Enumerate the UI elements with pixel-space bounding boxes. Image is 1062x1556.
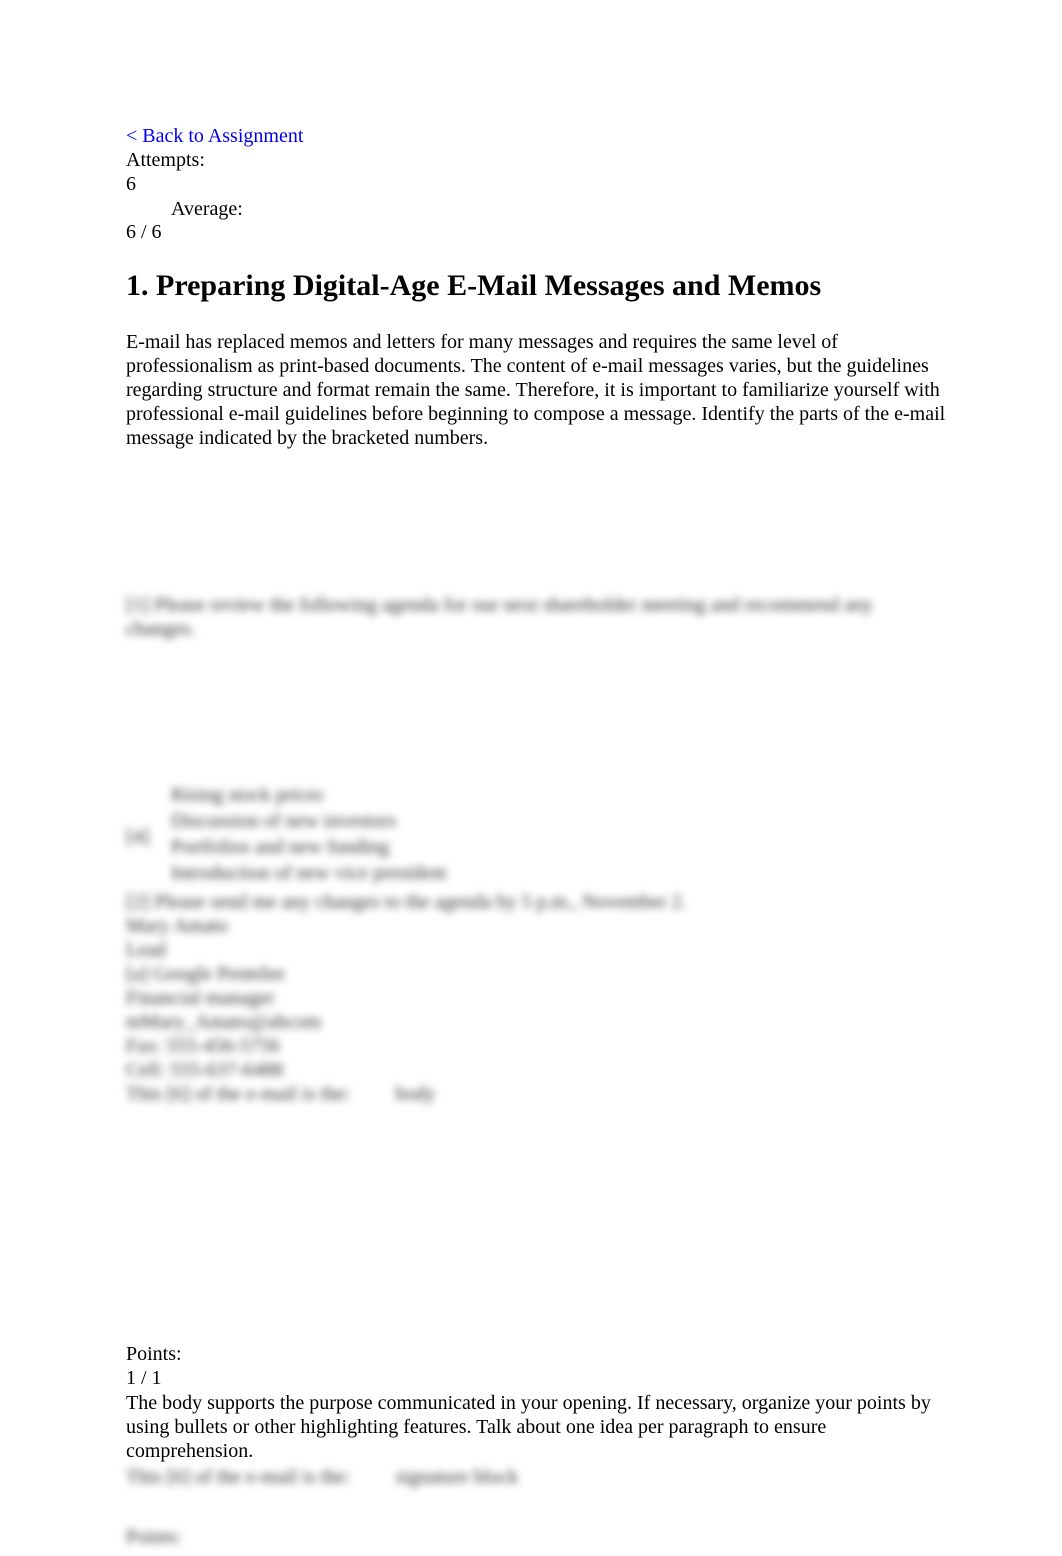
points-value: 1 / 1 <box>126 1367 162 1389</box>
question-intro: E-mail has replaced memos and letters fo… <box>126 331 946 449</box>
bullet-item: Rising stock prices <box>171 784 324 806</box>
signature-line: [a] Google Pentelee <box>126 963 285 985</box>
bullet-item: Discussion of new investors <box>171 810 396 832</box>
feedback-text: The body supports the purpose communicat… <box>126 1392 931 1462</box>
average-value: 6 / 6 <box>126 221 162 243</box>
signature-line: Cell: 555-637-6488 <box>126 1059 284 1081</box>
attempts-label: Attempts: <box>126 149 205 171</box>
attempts-value: 6 <box>126 173 136 195</box>
signature-line: Financial manager <box>126 987 275 1009</box>
next-answer-row: This [6] of the e-mail is the: signature… <box>126 1465 518 1489</box>
signature-line: Lead <box>126 939 166 961</box>
question-title: 1. Preparing Digital-Age E-Mail Messages… <box>126 269 822 302</box>
back-to-assignment-link[interactable]: < Back to Assignment <box>126 124 303 148</box>
signature-line: Mary Amato <box>126 915 228 937</box>
signature-line: Fax: 555-456-5756 <box>126 1035 280 1057</box>
next-points-label: Points: <box>126 1526 182 1548</box>
signature-line: mMary_Amato@abcom <box>126 1011 322 1033</box>
bullet-item: Introduction of new vice president <box>171 862 447 884</box>
blurred-marker: [4] <box>126 826 150 848</box>
answer-select[interactable]: body <box>395 1083 435 1105</box>
bullet-item: Portfolios and new funding <box>171 836 390 858</box>
answer-prompt: This [6] of the e-mail is the: <box>126 1083 351 1105</box>
points-label: Points: <box>126 1343 182 1365</box>
blurred-email-line-1: [1] Please review the following agenda f… <box>126 594 873 640</box>
answer-select[interactable]: signature block <box>395 1466 518 1488</box>
blurred-answer-row: This [6] of the e-mail is the: body <box>126 1082 435 1106</box>
blurred-bullet-list: Rising stock prices Discussion of new in… <box>171 783 446 887</box>
average-label: Average: <box>171 198 243 220</box>
blurred-signature: Mary Amato Lead [a] Google Pentelee Fina… <box>126 914 321 1082</box>
answer-prompt: This [6] of the e-mail is the: <box>126 1466 351 1488</box>
blurred-email-line-2: [2] Please send me any changes to the ag… <box>126 891 687 913</box>
